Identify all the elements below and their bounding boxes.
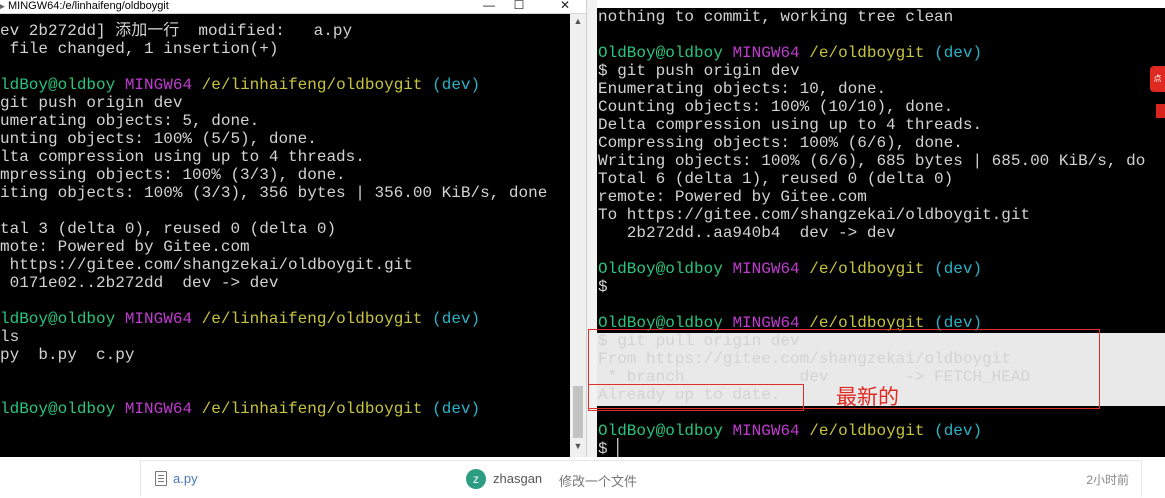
terminal-line: iting objects: 100% (3/3), 356 bytes | 3…: [0, 184, 548, 202]
minimize-button[interactable]: —: [472, 0, 506, 12]
up-to-date-highlight-box: [588, 384, 804, 411]
prompt-user: OldBoy@oldboy: [598, 422, 723, 440]
prompt-branch: (dev): [934, 44, 983, 62]
prompt-branch: (dev): [934, 422, 983, 440]
prompt-path: /e/linhaifeng/oldboygit: [201, 76, 423, 94]
edge-badge[interactable]: 点: [1150, 66, 1165, 92]
prompt-env: MINGW64: [124, 400, 193, 418]
prompt-branch: (dev): [934, 260, 983, 278]
terminal-line: Enumerating objects: 10, done.: [598, 80, 887, 98]
prompt-path: /e/oldboygit: [809, 260, 925, 278]
file-icon: [155, 471, 167, 486]
terminal-line: py b.py c.py: [0, 346, 135, 364]
terminal-line: Delta compression using up to 4 threads.: [598, 116, 983, 134]
prompt-path: /e/oldboygit: [809, 422, 925, 440]
terminal-line: lta compression using up to 4 threads.: [0, 148, 365, 166]
terminal-line: $ git push origin dev: [598, 62, 800, 80]
scroll-up-arrow-icon[interactable]: ▲: [570, 16, 586, 30]
terminal-line: Counting objects: 100% (10/10), done.: [598, 98, 954, 116]
prompt-path: /e/linhaifeng/oldboygit: [201, 310, 423, 328]
prompt-user: ldBoy@oldboy: [0, 400, 116, 418]
prompt-user: ldBoy@oldboy: [0, 76, 116, 94]
prompt-env: MINGW64: [732, 44, 800, 62]
scroll-thumb[interactable]: [573, 386, 583, 438]
terminal-line: tal 3 (delta 0), reused 0 (delta 0): [0, 220, 337, 238]
prompt-user: OldBoy@oldboy: [598, 44, 723, 62]
scroll-down-arrow-icon[interactable]: ▼: [570, 441, 586, 455]
prompt-user: ldBoy@oldboy: [0, 310, 116, 328]
terminal-line: Total 6 (delta 1), reused 0 (delta 0): [598, 170, 954, 188]
terminal-line: unting objects: 100% (5/5), done.: [0, 130, 317, 148]
file-name-link[interactable]: a.py: [173, 471, 198, 486]
terminal-line: 2b272dd..aa940b4 dev -> dev: [598, 224, 896, 242]
prompt-user: OldBoy@oldboy: [598, 260, 723, 278]
terminal-line: remote: Powered by Gitee.com: [598, 188, 867, 206]
terminal-line: To https://gitee.com/shangzekai/oldboygi…: [598, 206, 1031, 224]
prompt-branch: (dev): [432, 76, 481, 94]
avatar[interactable]: z: [466, 469, 486, 489]
app-icon: ▶: [0, 1, 5, 11]
prompt-path: /e/linhaifeng/oldboygit: [201, 400, 423, 418]
terminal-line: Writing objects: 100% (6/6), 685 bytes |…: [598, 152, 1146, 170]
terminal-line: 0171e02..2b272dd dev -> dev: [0, 274, 279, 292]
commit-message[interactable]: 修改一个文件: [559, 471, 637, 490]
terminal-line: $ ▏: [598, 440, 627, 458]
author-name[interactable]: zhasgan: [493, 471, 542, 486]
terminal-line: git push origin dev: [0, 94, 183, 112]
title-bar[interactable]: ▶ MINGW64:/e/linhaifeng/oldboygit — ☐ ✕: [0, 0, 586, 14]
prompt-env: MINGW64: [732, 260, 800, 278]
terminal-line: ls: [0, 328, 20, 346]
prompt-env: MINGW64: [124, 310, 193, 328]
prompt-line: OldBoy@oldboy MINGW64 /e/oldboygit (dev): [598, 422, 1165, 440]
terminal-line: file changed, 1 insertion(+): [0, 40, 279, 58]
file-row[interactable]: a.py z zhasgan 修改一个文件 2小时前: [140, 460, 1142, 497]
terminal-line: $: [598, 278, 608, 296]
maximize-button[interactable]: ☐: [502, 0, 536, 12]
terminal-line: ev 2b272dd] 添加一行 modified: a.py: [0, 22, 353, 40]
terminal-window-left[interactable]: ▶ MINGW64:/e/linhaifeng/oldboygit — ☐ ✕ …: [0, 0, 587, 457]
terminal-output-left[interactable]: ev 2b272dd] 添加一行 modified: a.py file cha…: [0, 22, 570, 456]
edge-marker: [1156, 104, 1165, 118]
prompt-line: ldBoy@oldboy MINGW64 /e/linhaifeng/oldbo…: [0, 76, 570, 94]
terminal-line: Compressing objects: 100% (6/6), done.: [598, 134, 963, 152]
window-title: MINGW64:/e/linhaifeng/oldboygit: [8, 0, 169, 12]
prompt-branch: (dev): [432, 400, 481, 418]
terminal-line: umerating objects: 5, done.: [0, 112, 260, 130]
prompt-env: MINGW64: [732, 422, 800, 440]
prompt-branch: (dev): [432, 310, 481, 328]
prompt-path: /e/oldboygit: [809, 44, 925, 62]
terminal-line: nothing to commit, working tree clean: [598, 8, 954, 26]
prompt-line: OldBoy@oldboy MINGW64 /e/oldboygit (dev): [598, 44, 1165, 62]
vertical-scrollbar[interactable]: ▲ ▼: [570, 14, 586, 457]
prompt-line: OldBoy@oldboy MINGW64 /e/oldboygit (dev): [598, 260, 1165, 278]
terminal-line: mpressing objects: 100% (3/3), done.: [0, 166, 346, 184]
terminal-line: mote: Powered by Gitee.com: [0, 238, 250, 256]
annotation-label: 最新的: [836, 385, 899, 409]
prompt-line: ldBoy@oldboy MINGW64 /e/linhaifeng/oldbo…: [0, 310, 570, 328]
terminal-line: https://gitee.com/shangzekai/oldboygit.g…: [0, 256, 413, 274]
prompt-line: ldBoy@oldboy MINGW64 /e/linhaifeng/oldbo…: [0, 400, 570, 418]
commit-time: 2小时前: [1086, 473, 1129, 487]
prompt-env: MINGW64: [124, 76, 193, 94]
close-button[interactable]: ✕: [548, 0, 582, 12]
